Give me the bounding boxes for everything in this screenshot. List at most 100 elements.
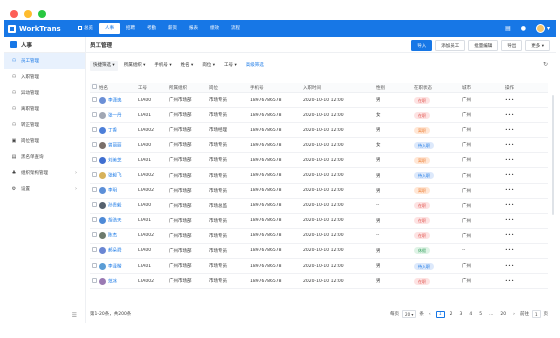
page-20[interactable]: 20: [498, 312, 508, 317]
add-employee-button[interactable]: 添加员工: [435, 40, 466, 51]
page-...[interactable]: ...: [487, 312, 495, 317]
more-button[interactable]: 更多 ▾: [525, 40, 550, 51]
page-3[interactable]: 3: [457, 312, 464, 317]
filter-1[interactable]: 所属组织 ▾: [121, 61, 149, 71]
row-checkbox[interactable]: [90, 126, 99, 134]
employee-name-link[interactable]: 胡浩天: [108, 219, 122, 224]
row-checkbox[interactable]: [90, 96, 99, 104]
page-4[interactable]: 4: [467, 312, 474, 317]
row-checkbox[interactable]: [90, 217, 99, 224]
maximize-dot[interactable]: [38, 10, 46, 18]
row-checkbox[interactable]: [90, 247, 99, 254]
document-icon[interactable]: ▤: [505, 25, 511, 32]
employee-name-link[interactable]: 孙贵毅: [108, 204, 122, 209]
more-actions-icon[interactable]: •••: [505, 143, 548, 148]
post-cell: 市场专员: [209, 173, 227, 179]
sidebar-item-8[interactable]: ⚙ 设置 ›: [4, 181, 85, 197]
sidebar-item-label: 组织架构管理: [21, 171, 48, 176]
more-actions-icon[interactable]: •••: [505, 233, 548, 238]
row-checkbox[interactable]: [90, 202, 99, 209]
more-actions-icon[interactable]: •••: [505, 248, 548, 253]
nav-item-6[interactable]: 流程: [225, 23, 246, 34]
row-checkbox[interactable]: [90, 172, 99, 179]
hire-time: 12:00: [330, 218, 344, 224]
sidebar-item-6[interactable]: ▤ 黑名单查询: [4, 149, 85, 165]
more-actions-icon[interactable]: •••: [505, 264, 548, 269]
city-cell: --: [462, 248, 466, 254]
phone-cell: 18976786578: [250, 173, 282, 179]
user-menu[interactable]: ▾: [535, 24, 550, 33]
nav-item-4[interactable]: 报表: [183, 23, 204, 34]
row-checkbox[interactable]: [90, 277, 99, 285]
export-button[interactable]: 导出: [501, 40, 523, 51]
more-actions-icon[interactable]: •••: [505, 203, 548, 208]
more-actions-icon[interactable]: •••: [505, 158, 548, 163]
employee-name-link[interactable]: 范冰: [108, 279, 117, 284]
close-dot[interactable]: [10, 10, 18, 18]
sidebar-item-7[interactable]: ♣ 组织架构管理 ›: [4, 165, 85, 181]
more-actions-icon[interactable]: •••: [505, 218, 548, 223]
page-5[interactable]: 5: [477, 312, 484, 317]
minimize-dot[interactable]: [24, 10, 32, 18]
employee-name-link[interactable]: 张毅飞: [108, 174, 122, 179]
row-checkbox[interactable]: [90, 232, 99, 239]
collapse-sidebar-icon[interactable]: ☰: [72, 312, 77, 319]
sidebar-item-4[interactable]: ⚇ 转正管理: [4, 117, 85, 133]
sidebar-item-2[interactable]: ⚇ 异动管理: [4, 85, 85, 101]
more-actions-icon[interactable]: •••: [505, 173, 548, 178]
filter-3[interactable]: 姓名 ▾: [178, 61, 197, 71]
sidebar-item-1[interactable]: ⚇ 入职管理: [4, 69, 85, 85]
employee-name-link[interactable]: 张一丹: [108, 113, 122, 118]
more-actions-icon[interactable]: •••: [505, 113, 548, 118]
employee-name-link[interactable]: 丁香: [108, 128, 117, 133]
row-checkbox[interactable]: [90, 156, 99, 164]
hire-date-cell: 2020-10-10 12:00: [303, 98, 376, 103]
sidebar-item-0[interactable]: ⚇ 员工管理: [4, 53, 85, 69]
filter-4[interactable]: 岗位 ▾: [199, 61, 218, 71]
page-2[interactable]: 2: [448, 312, 455, 317]
nav-item-0[interactable]: 人事: [99, 23, 120, 34]
row-checkbox[interactable]: [90, 187, 99, 194]
hire-time: 12:00: [330, 233, 344, 239]
employee-name-link[interactable]: 李玥: [108, 189, 117, 194]
sidebar-item-3[interactable]: ⚇ 离职管理: [4, 101, 85, 117]
employee-name-link[interactable]: 刘美芝: [108, 158, 122, 163]
goto-page-input[interactable]: 1: [531, 310, 541, 318]
avatar: [99, 156, 106, 164]
import-button[interactable]: 导入: [411, 40, 433, 51]
more-actions-icon[interactable]: •••: [505, 128, 548, 133]
employee-name-link[interactable]: 曾丽丽: [108, 143, 122, 148]
more-actions-icon[interactable]: •••: [505, 279, 548, 284]
app-logo[interactable]: WorkTrans: [4, 24, 70, 33]
bell-icon[interactable]: ●: [521, 25, 526, 32]
row-checkbox[interactable]: [90, 141, 99, 149]
row-checkbox[interactable]: [90, 111, 99, 119]
next-page-icon[interactable]: ›: [511, 312, 517, 317]
employee-name-link[interactable]: 陈杰: [108, 234, 117, 239]
employee-name-link[interactable]: 李潇逸: [108, 98, 122, 103]
more-actions-icon[interactable]: •••: [505, 188, 548, 193]
page-1[interactable]: 1: [435, 310, 445, 318]
filter-5[interactable]: 工号 ▾: [221, 61, 240, 71]
nav-item-5[interactable]: 绩效: [204, 23, 225, 34]
select-all-checkbox[interactable]: [90, 84, 99, 91]
table-scrollbar[interactable]: [552, 95, 554, 215]
filter-0[interactable]: 快捷筛选 ▾: [90, 61, 118, 71]
nav-item-home[interactable]: 总览: [72, 23, 99, 34]
row-checkbox[interactable]: [90, 262, 99, 270]
id-cell: LTA00: [138, 248, 152, 254]
batch-edit-button[interactable]: 批量编辑: [468, 40, 499, 51]
per-page-select[interactable]: 20 ▾: [402, 310, 417, 318]
filter-2[interactable]: 手机号 ▾: [151, 61, 174, 71]
nav-item-3[interactable]: 薪资: [162, 23, 183, 34]
refresh-icon[interactable]: ↻: [543, 61, 548, 68]
sidebar-item-5[interactable]: ▣ 岗位管理: [4, 133, 85, 149]
more-actions-icon[interactable]: •••: [505, 98, 548, 103]
filter-6[interactable]: 高级筛选: [243, 61, 267, 71]
employee-name-link[interactable]: 郝朵舜: [108, 249, 122, 254]
prev-page-icon[interactable]: ‹: [427, 312, 433, 317]
nav-item-2[interactable]: 考勤: [141, 23, 162, 34]
nav-item-1[interactable]: 招聘: [120, 23, 141, 34]
employee-name-link[interactable]: 李泽楷: [108, 264, 122, 269]
checkbox-icon: [92, 232, 97, 238]
